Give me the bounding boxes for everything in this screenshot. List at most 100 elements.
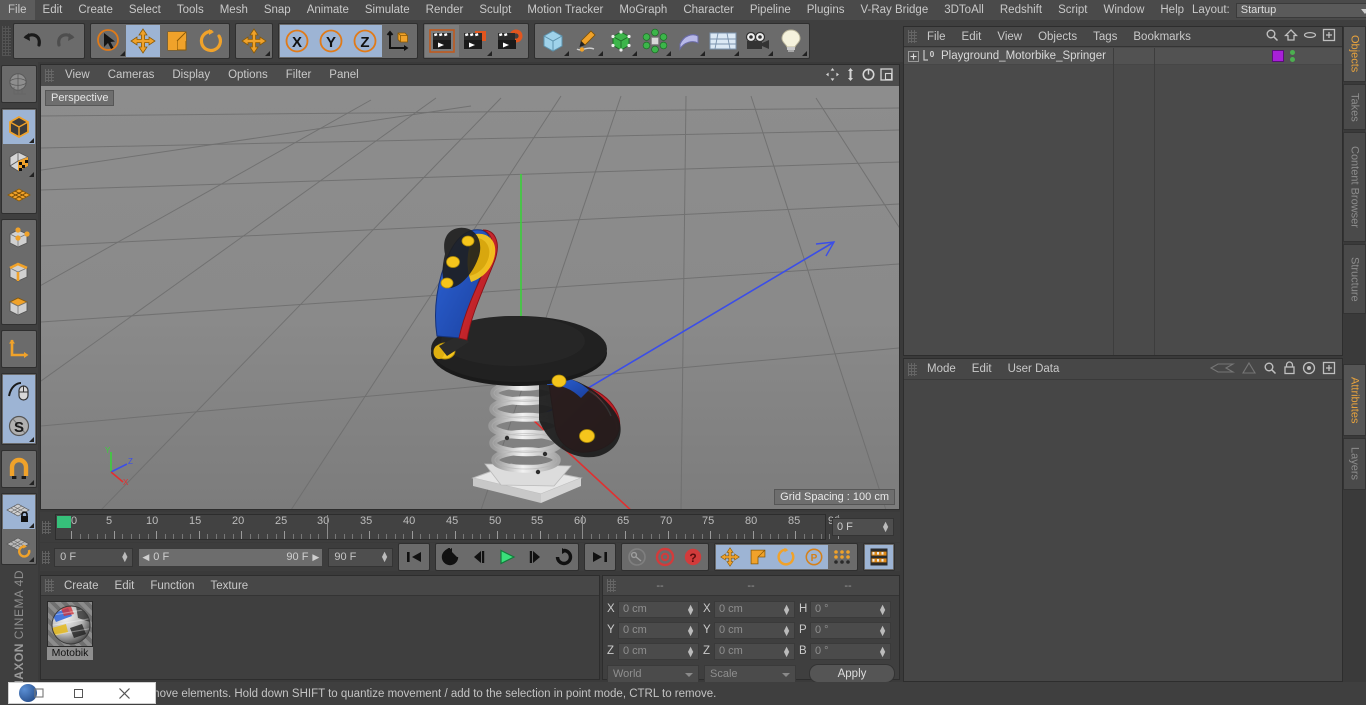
add-deformer-button[interactable] xyxy=(672,25,706,57)
stepper-icon[interactable]: ▲ ▼ xyxy=(878,644,887,658)
viewport-menu-display[interactable]: Display xyxy=(163,65,219,86)
menu-item-tools[interactable]: Tools xyxy=(169,0,212,20)
object-manager-tree[interactable]: 0 Playground_Motorbike_Springer xyxy=(904,48,1342,355)
undo-button[interactable] xyxy=(15,25,49,57)
menu-item-simulate[interactable]: Simulate xyxy=(357,0,418,20)
rot-h-field[interactable]: 0 ° ▲ ▼ xyxy=(810,600,891,618)
tab-structure[interactable]: Structure xyxy=(1343,244,1366,314)
go-to-start-button[interactable] xyxy=(400,545,428,569)
menu-item-sculpt[interactable]: Sculpt xyxy=(471,0,519,20)
material-menu-edit[interactable]: Edit xyxy=(107,576,143,596)
pos-z-field[interactable]: 0 cm ▲ ▼ xyxy=(618,642,699,660)
stepper-icon[interactable]: ▲ ▼ xyxy=(120,549,129,563)
menu-item-file[interactable]: File xyxy=(0,0,35,20)
world-object-coordinate-button[interactable] xyxy=(382,25,416,57)
lock-y-axis-button[interactable]: Y xyxy=(314,25,348,57)
material-menu-texture[interactable]: Texture xyxy=(202,576,256,596)
rotation-key-button[interactable] xyxy=(772,545,800,569)
rotate-view-icon[interactable] xyxy=(861,67,876,85)
step-forward-button[interactable] xyxy=(521,545,549,569)
polygon-grid-button[interactable] xyxy=(3,178,35,212)
max-frame-field[interactable]: 90 F ▲ ▼ xyxy=(328,547,393,567)
autokeying-button[interactable] xyxy=(651,545,679,569)
stepper-icon[interactable]: ▲ ▼ xyxy=(686,623,695,637)
polygons-mode-button[interactable] xyxy=(3,289,35,323)
menu-item-motion-tracker[interactable]: Motion Tracker xyxy=(519,0,611,20)
size-y-field[interactable]: 0 cm ▲ ▼ xyxy=(714,621,795,639)
material-item[interactable]: Motobik xyxy=(47,601,95,660)
redo-button[interactable] xyxy=(49,25,83,57)
menu-item-create[interactable]: Create xyxy=(70,0,121,20)
scale-tool[interactable] xyxy=(160,25,194,57)
viewport-menu-options[interactable]: Options xyxy=(219,65,277,86)
playhead-marker[interactable] xyxy=(57,516,71,528)
coordinate-system-dropdown[interactable]: World xyxy=(607,664,699,683)
timeline-grip[interactable] xyxy=(42,520,51,534)
point-level-animation-button[interactable] xyxy=(828,545,856,569)
render-visibility-dot[interactable] xyxy=(1290,57,1295,62)
transform-mode-dropdown[interactable]: Scale xyxy=(704,664,796,683)
viewport-menu-grip[interactable] xyxy=(45,69,54,82)
timeline-end-field[interactable]: 0 F ▲ ▼ xyxy=(832,518,894,536)
add-camera-button[interactable] xyxy=(740,25,774,57)
size-x-field[interactable]: 0 cm ▲ ▼ xyxy=(714,600,795,618)
om-menu-file[interactable]: File xyxy=(919,27,954,47)
pos-y-field[interactable]: 0 cm ▲ ▼ xyxy=(618,621,699,639)
move-tool[interactable] xyxy=(126,25,160,57)
add-cube-button[interactable] xyxy=(536,25,570,57)
object-manager-grip[interactable] xyxy=(908,30,917,43)
attribute-manager-grip[interactable] xyxy=(908,362,917,376)
go-to-end-button[interactable] xyxy=(586,545,614,569)
visibility-dots[interactable] xyxy=(1290,50,1295,62)
current-frame-field[interactable]: 0 F ▲ ▼ xyxy=(54,547,134,567)
position-key-button[interactable] xyxy=(716,545,744,569)
stepper-icon[interactable]: ▲ ▼ xyxy=(782,644,791,658)
pan-view-icon[interactable] xyxy=(825,67,840,85)
am-menu-user-data[interactable]: User Data xyxy=(1000,359,1068,380)
playbar-grip[interactable] xyxy=(42,550,51,564)
add-light-button[interactable] xyxy=(774,25,808,57)
magnet-button[interactable] xyxy=(3,452,35,486)
om-menu-edit[interactable]: Edit xyxy=(954,27,990,47)
material-menu-create[interactable]: Create xyxy=(56,576,107,596)
apply-button[interactable]: Apply xyxy=(809,664,895,683)
previous-keyframe-button[interactable] xyxy=(437,545,465,569)
toolbar-grip[interactable] xyxy=(2,26,11,56)
stepper-icon[interactable]: ▲ ▼ xyxy=(686,644,695,658)
render-settings-button[interactable] xyxy=(493,25,527,57)
menu-item-redshift[interactable]: Redshift xyxy=(992,0,1050,20)
om-menu-objects[interactable]: Objects xyxy=(1030,27,1085,47)
editor-visibility-dot[interactable] xyxy=(1290,50,1295,55)
search-icon[interactable] xyxy=(1263,361,1277,378)
stepper-icon[interactable]: ▲ ▼ xyxy=(782,602,791,616)
edges-mode-button[interactable] xyxy=(3,255,35,289)
viewport-menu-cameras[interactable]: Cameras xyxy=(99,65,164,86)
menu-item-animate[interactable]: Animate xyxy=(299,0,357,20)
stepper-icon[interactable]: ▲ ▼ xyxy=(878,623,887,637)
layout-dropdown[interactable]: Startup xyxy=(1235,2,1366,18)
menu-item-snap[interactable]: Snap xyxy=(256,0,299,20)
menu-item-render[interactable]: Render xyxy=(418,0,472,20)
model-mode-button[interactable] xyxy=(3,110,35,144)
expand-collapse-icon[interactable] xyxy=(908,50,919,62)
tab-content-browser[interactable]: Content Browser xyxy=(1343,132,1366,242)
range-left-arrow-icon[interactable]: ◀ xyxy=(142,552,149,563)
parameter-key-button[interactable]: P xyxy=(800,545,828,569)
rot-p-field[interactable]: 0 ° ▲ ▼ xyxy=(810,621,891,639)
texture-mode-button[interactable] xyxy=(3,144,35,178)
lock-icon[interactable] xyxy=(1283,360,1296,378)
menu-item-mesh[interactable]: Mesh xyxy=(212,0,256,20)
render-to-picture-viewer-button[interactable] xyxy=(459,25,493,57)
attribute-manager-body[interactable] xyxy=(904,380,1342,681)
coordinates-panel-grip[interactable] xyxy=(607,579,616,592)
viewport-solo-button[interactable] xyxy=(3,375,35,409)
menu-item-script[interactable]: Script xyxy=(1050,0,1095,20)
stepper-icon[interactable]: ▲ ▼ xyxy=(878,602,887,616)
menu-item-edit[interactable]: Edit xyxy=(35,0,71,20)
menu-item-character[interactable]: Character xyxy=(675,0,742,20)
om-menu-tags[interactable]: Tags xyxy=(1085,27,1125,47)
stepper-icon[interactable]: ▲ ▼ xyxy=(380,549,389,563)
menu-item-select[interactable]: Select xyxy=(121,0,169,20)
plus-box-icon[interactable] xyxy=(1322,28,1336,45)
move-transform-tool[interactable] xyxy=(237,25,271,57)
